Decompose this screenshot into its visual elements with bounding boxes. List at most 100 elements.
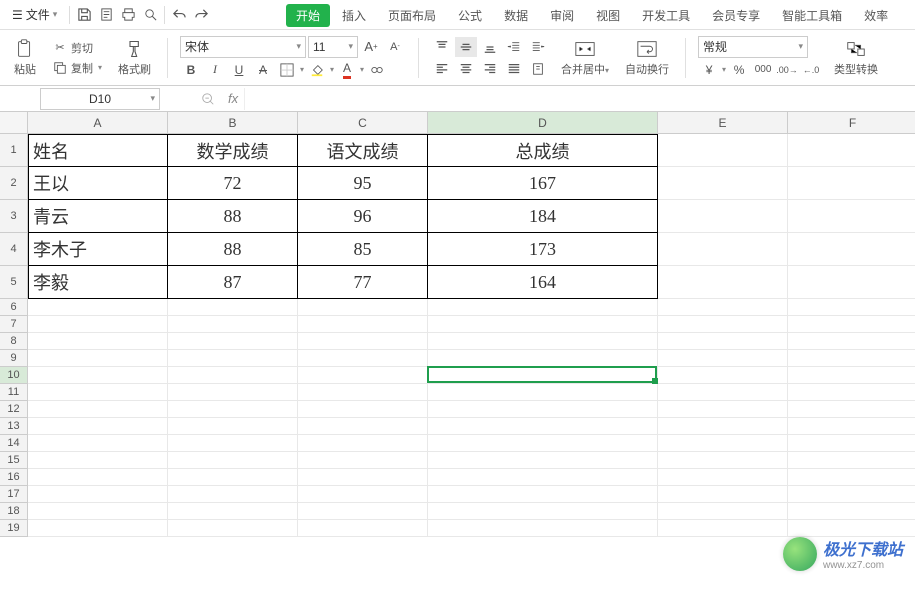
cell[interactable]: 87	[168, 266, 298, 299]
cell[interactable]	[788, 435, 915, 452]
cell[interactable]	[428, 401, 658, 418]
col-header-A[interactable]: A	[28, 112, 168, 134]
cell[interactable]	[658, 418, 788, 435]
cell[interactable]	[298, 520, 428, 537]
row-header[interactable]: 3	[0, 200, 28, 233]
cell[interactable]	[788, 299, 915, 316]
cell[interactable]	[658, 316, 788, 333]
row-header[interactable]: 15	[0, 452, 28, 469]
undo-icon[interactable]	[171, 7, 187, 23]
cell[interactable]	[658, 401, 788, 418]
row-header[interactable]: 17	[0, 486, 28, 503]
cell[interactable]	[28, 333, 168, 350]
decrease-indent-button[interactable]	[503, 37, 525, 57]
font-name-combo[interactable]: 宋体▾	[180, 36, 306, 58]
cell[interactable]	[788, 266, 915, 299]
fill-color-button[interactable]	[306, 60, 328, 80]
cell[interactable]: 88	[168, 233, 298, 266]
tab-4[interactable]: 数据	[494, 3, 538, 28]
increase-decimal-button[interactable]: .00→	[776, 60, 798, 80]
cell[interactable]	[428, 350, 658, 367]
currency-button[interactable]: ¥	[698, 60, 720, 80]
cell[interactable]	[28, 435, 168, 452]
cell[interactable]	[428, 418, 658, 435]
cell[interactable]	[28, 316, 168, 333]
cell[interactable]	[658, 200, 788, 233]
cell[interactable]	[298, 333, 428, 350]
cell[interactable]: 184	[428, 200, 658, 233]
cell[interactable]	[28, 503, 168, 520]
copy-button[interactable]: 复制▾	[48, 59, 106, 77]
cell[interactable]: 96	[298, 200, 428, 233]
cell[interactable]: 85	[298, 233, 428, 266]
cell[interactable]: 语文成绩	[298, 134, 428, 167]
cell[interactable]	[298, 486, 428, 503]
cell[interactable]	[658, 367, 788, 384]
col-header-B[interactable]: B	[168, 112, 298, 134]
name-box[interactable]: D10 ▾	[40, 88, 160, 110]
cell[interactable]: 95	[298, 167, 428, 200]
paste-button[interactable]: 粘贴	[10, 36, 40, 79]
cell[interactable]	[788, 134, 915, 167]
cell[interactable]	[428, 384, 658, 401]
cell[interactable]	[428, 503, 658, 520]
cell[interactable]: 167	[428, 167, 658, 200]
cell[interactable]	[28, 418, 168, 435]
row-header[interactable]: 13	[0, 418, 28, 435]
cell[interactable]	[298, 418, 428, 435]
cell[interactable]	[788, 316, 915, 333]
row-header[interactable]: 7	[0, 316, 28, 333]
cell[interactable]	[658, 452, 788, 469]
cell[interactable]	[658, 503, 788, 520]
underline-button[interactable]: U	[228, 60, 250, 80]
tab-6[interactable]: 视图	[586, 3, 630, 28]
cell[interactable]	[788, 401, 915, 418]
cell[interactable]: 李木子	[28, 233, 168, 266]
cell[interactable]: 青云	[28, 200, 168, 233]
cell[interactable]	[168, 520, 298, 537]
cell[interactable]	[658, 486, 788, 503]
strike-button[interactable]: A	[252, 60, 274, 80]
cell[interactable]	[298, 316, 428, 333]
increase-font-button[interactable]: A+	[360, 37, 382, 57]
cell[interactable]	[298, 435, 428, 452]
tab-8[interactable]: 会员专享	[702, 3, 770, 28]
cell[interactable]	[788, 200, 915, 233]
cell[interactable]	[658, 435, 788, 452]
cell[interactable]	[168, 367, 298, 384]
row-header[interactable]: 8	[0, 333, 28, 350]
cell[interactable]	[428, 486, 658, 503]
effects-button[interactable]	[366, 60, 388, 80]
save-icon[interactable]	[76, 7, 92, 23]
cell[interactable]	[28, 486, 168, 503]
decrease-font-button[interactable]: A-	[384, 37, 406, 57]
cell[interactable]	[28, 520, 168, 537]
increase-indent-button[interactable]	[527, 37, 549, 57]
font-color-button[interactable]: A	[336, 60, 358, 80]
align-center-button[interactable]	[455, 59, 477, 79]
cell[interactable]	[788, 452, 915, 469]
row-header[interactable]: 4	[0, 233, 28, 266]
font-size-combo[interactable]: 11▾	[308, 36, 358, 58]
row-header[interactable]: 1	[0, 134, 28, 167]
cell[interactable]	[298, 367, 428, 384]
row-header[interactable]: 19	[0, 520, 28, 537]
cell[interactable]: 王以	[28, 167, 168, 200]
cell[interactable]	[428, 316, 658, 333]
cell[interactable]	[298, 469, 428, 486]
comma-button[interactable]: 000	[752, 60, 774, 80]
orientation-button[interactable]	[527, 59, 549, 79]
cell[interactable]	[168, 486, 298, 503]
cell[interactable]: 77	[298, 266, 428, 299]
cell[interactable]	[298, 350, 428, 367]
select-all-corner[interactable]	[0, 112, 28, 134]
percent-button[interactable]: %	[728, 60, 750, 80]
cell[interactable]	[658, 233, 788, 266]
cell[interactable]	[28, 299, 168, 316]
align-middle-button[interactable]	[455, 37, 477, 57]
cell[interactable]	[28, 401, 168, 418]
row-header[interactable]: 16	[0, 469, 28, 486]
cell[interactable]	[788, 333, 915, 350]
cell[interactable]: 总成绩	[428, 134, 658, 167]
fx-label[interactable]: fx	[228, 91, 238, 106]
